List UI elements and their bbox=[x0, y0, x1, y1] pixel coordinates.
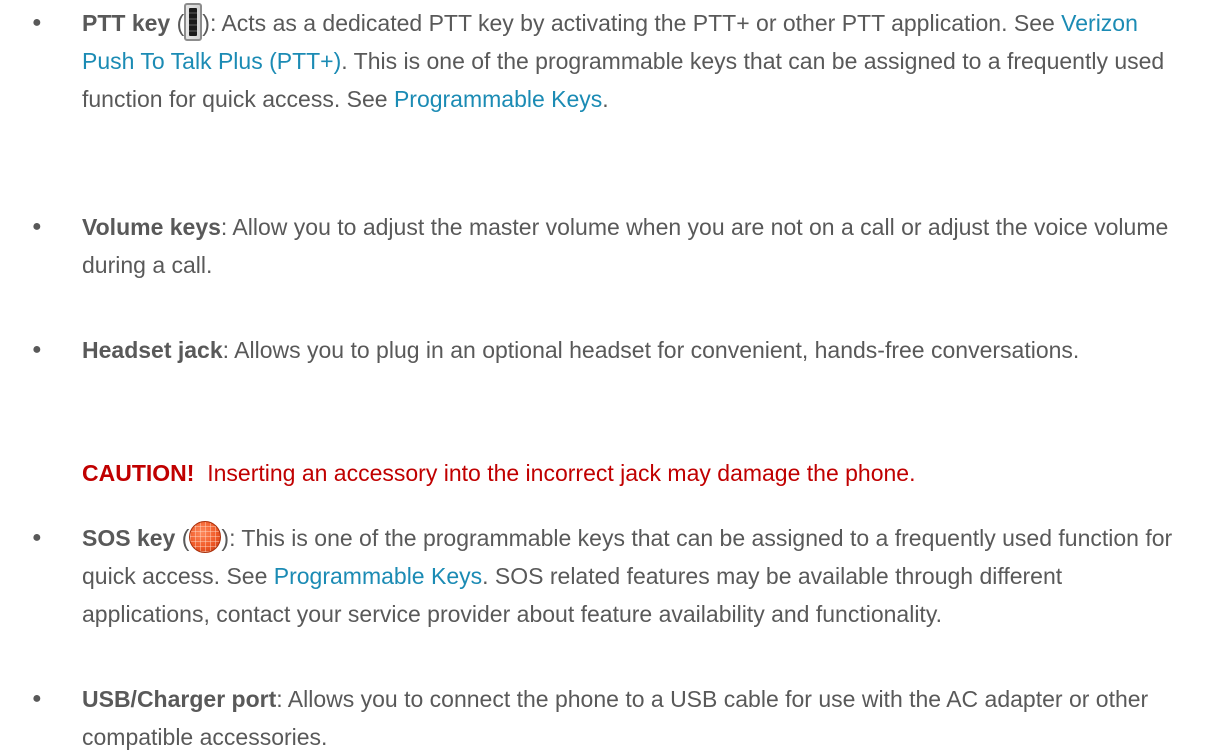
bullet: ● bbox=[32, 218, 42, 235]
open-paren: ( bbox=[175, 525, 190, 551]
list-item-ptt-key: ● PTT key ( ): Acts as a dedicated PTT ke… bbox=[32, 2, 1192, 118]
bullet: ● bbox=[32, 341, 42, 358]
ptt-key-icon bbox=[184, 2, 203, 41]
description-text: . bbox=[602, 86, 609, 112]
list-item-volume-keys: ● Volume keys: Allow you to adjust the m… bbox=[32, 208, 1192, 284]
caution-note: CAUTION! Inserting an accessory into the… bbox=[82, 454, 1192, 492]
description-text: ): Acts as a dedicated PTT key by activa… bbox=[202, 10, 1062, 36]
term-headset-jack: Headset jack bbox=[82, 337, 223, 363]
list-item-sos-key: ● SOS key (): This is one of the program… bbox=[32, 519, 1192, 633]
description-text: : Allow you to adjust the master volume … bbox=[82, 214, 1169, 278]
open-paren: ( bbox=[170, 10, 185, 36]
caution-label: CAUTION! bbox=[82, 460, 195, 486]
link-programmable-keys[interactable]: Programmable Keys bbox=[394, 86, 602, 112]
list-item-usb-charger-port: ● USB/Charger port: Allows you to connec… bbox=[32, 680, 1192, 756]
term-volume-keys: Volume keys bbox=[82, 214, 221, 240]
description-text: : Allows you to plug in an optional head… bbox=[222, 337, 1080, 363]
term-sos-key: SOS key bbox=[82, 525, 176, 551]
list-item-headset-jack: ● Headset jack: Allows you to plug in an… bbox=[32, 331, 1192, 369]
term-usb-charger-port: USB/Charger port bbox=[82, 686, 277, 712]
caution-text: Inserting an accessory into the incorrec… bbox=[194, 460, 916, 486]
bullet: ● bbox=[32, 690, 42, 707]
link-programmable-keys[interactable]: Programmable Keys bbox=[274, 563, 482, 589]
term-ptt-key: PTT key bbox=[82, 10, 171, 36]
bullet: ● bbox=[32, 529, 42, 546]
sos-key-icon bbox=[189, 521, 222, 554]
bullet: ● bbox=[32, 14, 42, 31]
